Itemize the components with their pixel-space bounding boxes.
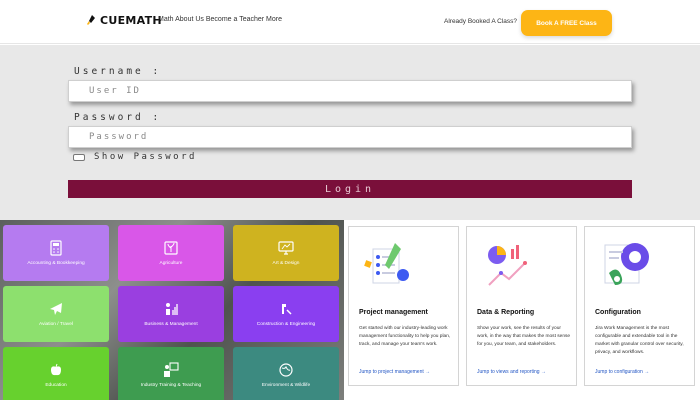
monitor-icon <box>278 241 294 255</box>
brand-logo[interactable]: CUEMATH <box>86 14 162 27</box>
tile-label: Agriculture <box>159 261 183 266</box>
tile-label: Business & Management <box>144 322 198 327</box>
project-management-link[interactable]: Jump to project management → <box>359 369 430 375</box>
show-password-checkbox[interactable] <box>73 153 85 161</box>
reporting-chart-illustration-icon <box>488 245 527 286</box>
card-description: Jira Work Management is the most configu… <box>595 326 684 355</box>
tools-icon <box>282 304 292 315</box>
card-title: Project management <box>359 309 428 316</box>
card-description: Get started with our industry-leading wo… <box>359 326 451 347</box>
username-input[interactable]: User ID <box>68 80 632 102</box>
card-title: Configuration <box>595 309 641 316</box>
tile-accounting[interactable]: Accounting & Bookkeeping <box>3 225 109 281</box>
password-input[interactable]: Password <box>68 126 632 148</box>
login-form: Username : User ID Password : Password S… <box>0 45 700 220</box>
password-label: Password : <box>74 112 162 123</box>
tile-label: Construction & Engineering <box>256 322 316 327</box>
category-tile-grid: Accounting & Bookkeeping Agriculture Art… <box>0 220 344 400</box>
tile-aviation[interactable]: Aviation / Travel <box>3 286 109 342</box>
airplane-icon <box>50 303 62 315</box>
views-reporting-link[interactable]: Jump to views and reporting → <box>477 369 546 375</box>
card-configuration: Configuration Jira Work Management is th… <box>584 226 695 386</box>
calculator-icon <box>50 240 62 256</box>
tile-industry-training[interactable]: Industry Training & Teaching <box>118 347 224 400</box>
card-title: Data & Reporting <box>477 309 535 316</box>
tile-label: Accounting & Bookkeeping <box>27 261 85 266</box>
show-password-row[interactable]: Show Password <box>73 152 197 162</box>
card-project-management: Project management Get started with our … <box>348 226 459 386</box>
tile-label: Industry Training & Teaching <box>140 383 202 388</box>
tile-education[interactable]: Education <box>3 347 109 400</box>
configuration-gear-illustration-icon <box>604 243 649 285</box>
login-button[interactable]: Login <box>68 180 632 198</box>
globe-icon <box>279 363 293 377</box>
tile-business[interactable]: Business & Management <box>118 286 224 342</box>
presentation-icon <box>164 362 179 377</box>
tile-label: Aviation / Travel <box>38 322 74 327</box>
configuration-link[interactable]: Jump to configuration → <box>595 369 649 375</box>
rocket-icon <box>87 14 95 25</box>
show-password-label: Show Password <box>94 152 197 162</box>
tile-agriculture[interactable]: Agriculture <box>118 225 224 281</box>
chart-icon <box>166 303 178 315</box>
apple-icon <box>51 363 61 376</box>
top-nav-links[interactable]: Math About Us Become a Teacher More <box>158 16 282 23</box>
feature-cards: Project management Get started with our … <box>344 220 700 400</box>
tile-environment[interactable]: Environment & Wildlife <box>233 347 339 400</box>
tile-art-design[interactable]: Art & Design <box>233 225 339 281</box>
checklist-illustration-icon <box>364 243 409 284</box>
card-description: Show your work, see the results of your … <box>477 326 571 347</box>
already-booked-link[interactable]: Already Booked A Class? <box>444 18 517 25</box>
plant-icon <box>164 241 178 255</box>
book-free-class-button[interactable]: Book A FREE Class <box>521 10 612 36</box>
brand-name: CUEMATH <box>100 14 162 27</box>
tile-label: Education <box>45 383 67 388</box>
tile-label: Art & Design <box>272 261 300 266</box>
site-header: CUEMATH Math About Us Become a Teacher M… <box>0 0 700 44</box>
tile-construction[interactable]: Construction & Engineering <box>233 286 339 342</box>
tile-label: Environment & Wildlife <box>261 383 311 388</box>
card-data-reporting: Data & Reporting Show your work, see the… <box>466 226 577 386</box>
username-label: Username : <box>74 66 162 77</box>
